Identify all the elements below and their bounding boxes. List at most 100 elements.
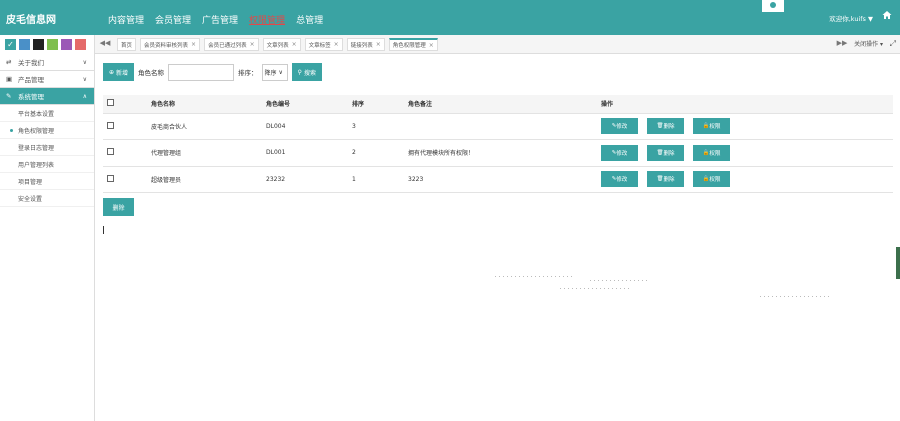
cell-role-code: DL004 [262,113,348,140]
close-icon[interactable]: × [292,41,297,48]
skin-purple[interactable] [61,39,72,50]
tab-article-tags[interactable]: 文章标签 × [304,38,343,51]
tab-scroll-left-icon[interactable]: ◀◀ [99,39,111,50]
sidebar-section-system[interactable]: ✎ 系统管理 ∧ [0,88,94,105]
role-name-input[interactable] [168,63,235,81]
cell-remark: 拥有代理模块所有权限！ [404,139,597,167]
sidebar-item-login-log[interactable]: 登录日志管理 [0,139,94,156]
sort-select[interactable]: 降序 ∨ [261,63,288,81]
cell-sort: 2 [348,139,404,167]
col-role-code: 角色编号 [262,95,348,114]
tab-member-review[interactable]: 会员资料审核列表 × [140,38,201,51]
nav-permissions[interactable]: 权限管理 [249,13,285,26]
sidebar-item-security[interactable]: 安全设置 [0,190,94,207]
plus-icon: ⊕ [109,68,115,76]
close-icon[interactable]: × [334,41,339,48]
top-nav: 内容管理 会员管理 广告管理 权限管理 总管理 [108,13,323,26]
cell-remark: 3223 [404,166,597,193]
delete-button[interactable]: 🗑 删除 [647,171,684,188]
select-all-checkbox[interactable] [107,99,114,107]
col-remark: 角色备注 [404,95,597,114]
artifact-line [560,288,630,289]
cell-role-name: 超级管理员 [147,166,262,193]
tab-list: 首页 会员资料审核列表 × 会员已通过列表 × 文章列表 × 文章标签 × 链接列表 × … [117,38,438,51]
row-checkbox[interactable] [107,174,114,182]
roles-table: 角色名称 角色编号 排序 角色备注 操作 皮毛商合伙人 DL004 3 ✎ 修改 🗑… [103,95,893,193]
cell-role-code: 23232 [262,166,348,193]
sidebar-item-user-list[interactable]: 用户管理列表 [0,156,94,173]
edit-button[interactable]: ✎ 修改 [601,171,638,188]
toggle-widget[interactable] [762,0,784,12]
sidebar-section-label: 产品管理 [18,76,44,84]
brand-logo[interactable]: 皮毛信息网 [6,11,56,26]
fullscreen-icon[interactable]: ⤢ [890,39,896,49]
tab-article-list[interactable]: 文章列表 × [262,38,301,51]
cell-sort: 3 [348,113,404,140]
image-icon: ▣ [6,75,13,83]
delete-button[interactable]: 🗑 删除 [647,118,684,135]
search-toolbar: ⊕ 新增 角色名称 排序： 降序 ∨ ⚲ 搜索 [103,63,322,81]
artifact-line [760,296,830,297]
artifact-line [495,276,575,277]
tab-scroll-right-icon[interactable]: ▶▶ [836,39,848,50]
artifact-line [590,280,650,281]
sidebar-section-about[interactable]: ⇄ 关于我们 ∨ [0,54,94,71]
sort-label: 排序： [238,69,258,77]
nav-general[interactable]: 总管理 [296,13,323,26]
delete-button[interactable]: 🗑 删除 [647,144,684,161]
tab-member-approved[interactable]: 会员已通过列表 × [204,38,259,51]
sidebar-item-projects[interactable]: 项目管理 [0,173,94,190]
close-icon[interactable]: × [250,41,255,48]
col-sort: 排序 [348,95,404,114]
row-checkbox[interactable] [107,148,114,156]
row-checkbox[interactable] [107,121,114,129]
home-icon[interactable] [882,10,892,20]
permission-button[interactable]: 🔒 权限 [693,171,730,188]
user-menu[interactable]: 欢迎你,kuifs ▼ [829,13,873,23]
permission-button[interactable]: 🔒 权限 [693,118,730,135]
col-operations: 操作 [597,95,893,114]
nav-content[interactable]: 内容管理 [108,13,144,26]
edge-widget [896,247,900,279]
nav-ads[interactable]: 广告管理 [202,13,238,26]
sidebar-section-label: 关于我们 [18,59,44,67]
table-header: 角色名称 角色编号 排序 角色备注 操作 [103,95,893,114]
close-icon[interactable]: × [191,41,196,48]
nav-members[interactable]: 会员管理 [155,13,191,26]
skin-black[interactable] [33,39,44,50]
edit-button[interactable]: ✎ 修改 [601,144,638,161]
text-cursor [103,226,104,234]
wrench-icon: ✎ [6,92,12,100]
skin-green[interactable] [47,39,58,50]
skin-switcher: ✓ [0,35,94,54]
tab-role-permissions[interactable]: 角色权限管理 × [388,38,438,51]
search-button[interactable]: ⚲ 搜索 [291,63,322,81]
tab-home[interactable]: 首页 [117,38,137,51]
close-icon[interactable]: × [429,42,434,49]
chevron-down-icon: ∨ [82,58,87,66]
permission-button[interactable]: 🔒 权限 [693,144,730,161]
table-row: 皮毛商合伙人 DL004 3 ✎ 修改 🗑 删除 🔒 权限 [103,113,893,140]
skin-teal[interactable]: ✓ [5,39,16,50]
skin-red[interactable] [75,39,86,50]
sidebar-item-platform-settings[interactable]: 平台基本设置 [0,105,94,122]
table-row: 代理管理组 DL001 2 拥有代理模块所有权限！ ✎ 修改 🗑 删除 🔒 权限 [103,139,893,167]
add-button[interactable]: ⊕ 新增 [103,63,135,81]
top-header: 皮毛信息网 内容管理 会员管理 广告管理 权限管理 总管理 欢迎你,kuifs … [0,0,900,35]
sidebar-section-label: 系统管理 [18,93,44,101]
swap-icon: ⇄ [6,58,12,66]
table-row: 超级管理员 23232 1 3223 ✎ 修改 🗑 删除 🔒 权限 [103,166,893,193]
chevron-up-icon: ∧ [82,92,87,100]
role-name-label: 角色名称 [138,69,165,77]
tab-bar: ◀◀ 首页 会员资料审核列表 × 会员已通过列表 × 文章列表 × 文章标签 × 链接列… [95,35,900,54]
edit-button[interactable]: ✎ 修改 [601,118,638,135]
tab-links[interactable]: 链接列表 × [346,38,385,51]
chevron-down-icon: ∨ [82,75,87,83]
sidebar-item-role-permissions[interactable]: 角色权限管理 [0,122,94,139]
batch-delete-button[interactable]: 删除 [103,198,134,216]
cell-role-name: 代理管理组 [147,139,262,167]
skin-blue[interactable] [19,39,30,50]
sidebar-section-products[interactable]: ▣ 产品管理 ∨ [0,71,94,88]
close-icon[interactable]: × [376,41,381,48]
tab-close-ops[interactable]: 关闭操作 ▾ [854,39,883,48]
